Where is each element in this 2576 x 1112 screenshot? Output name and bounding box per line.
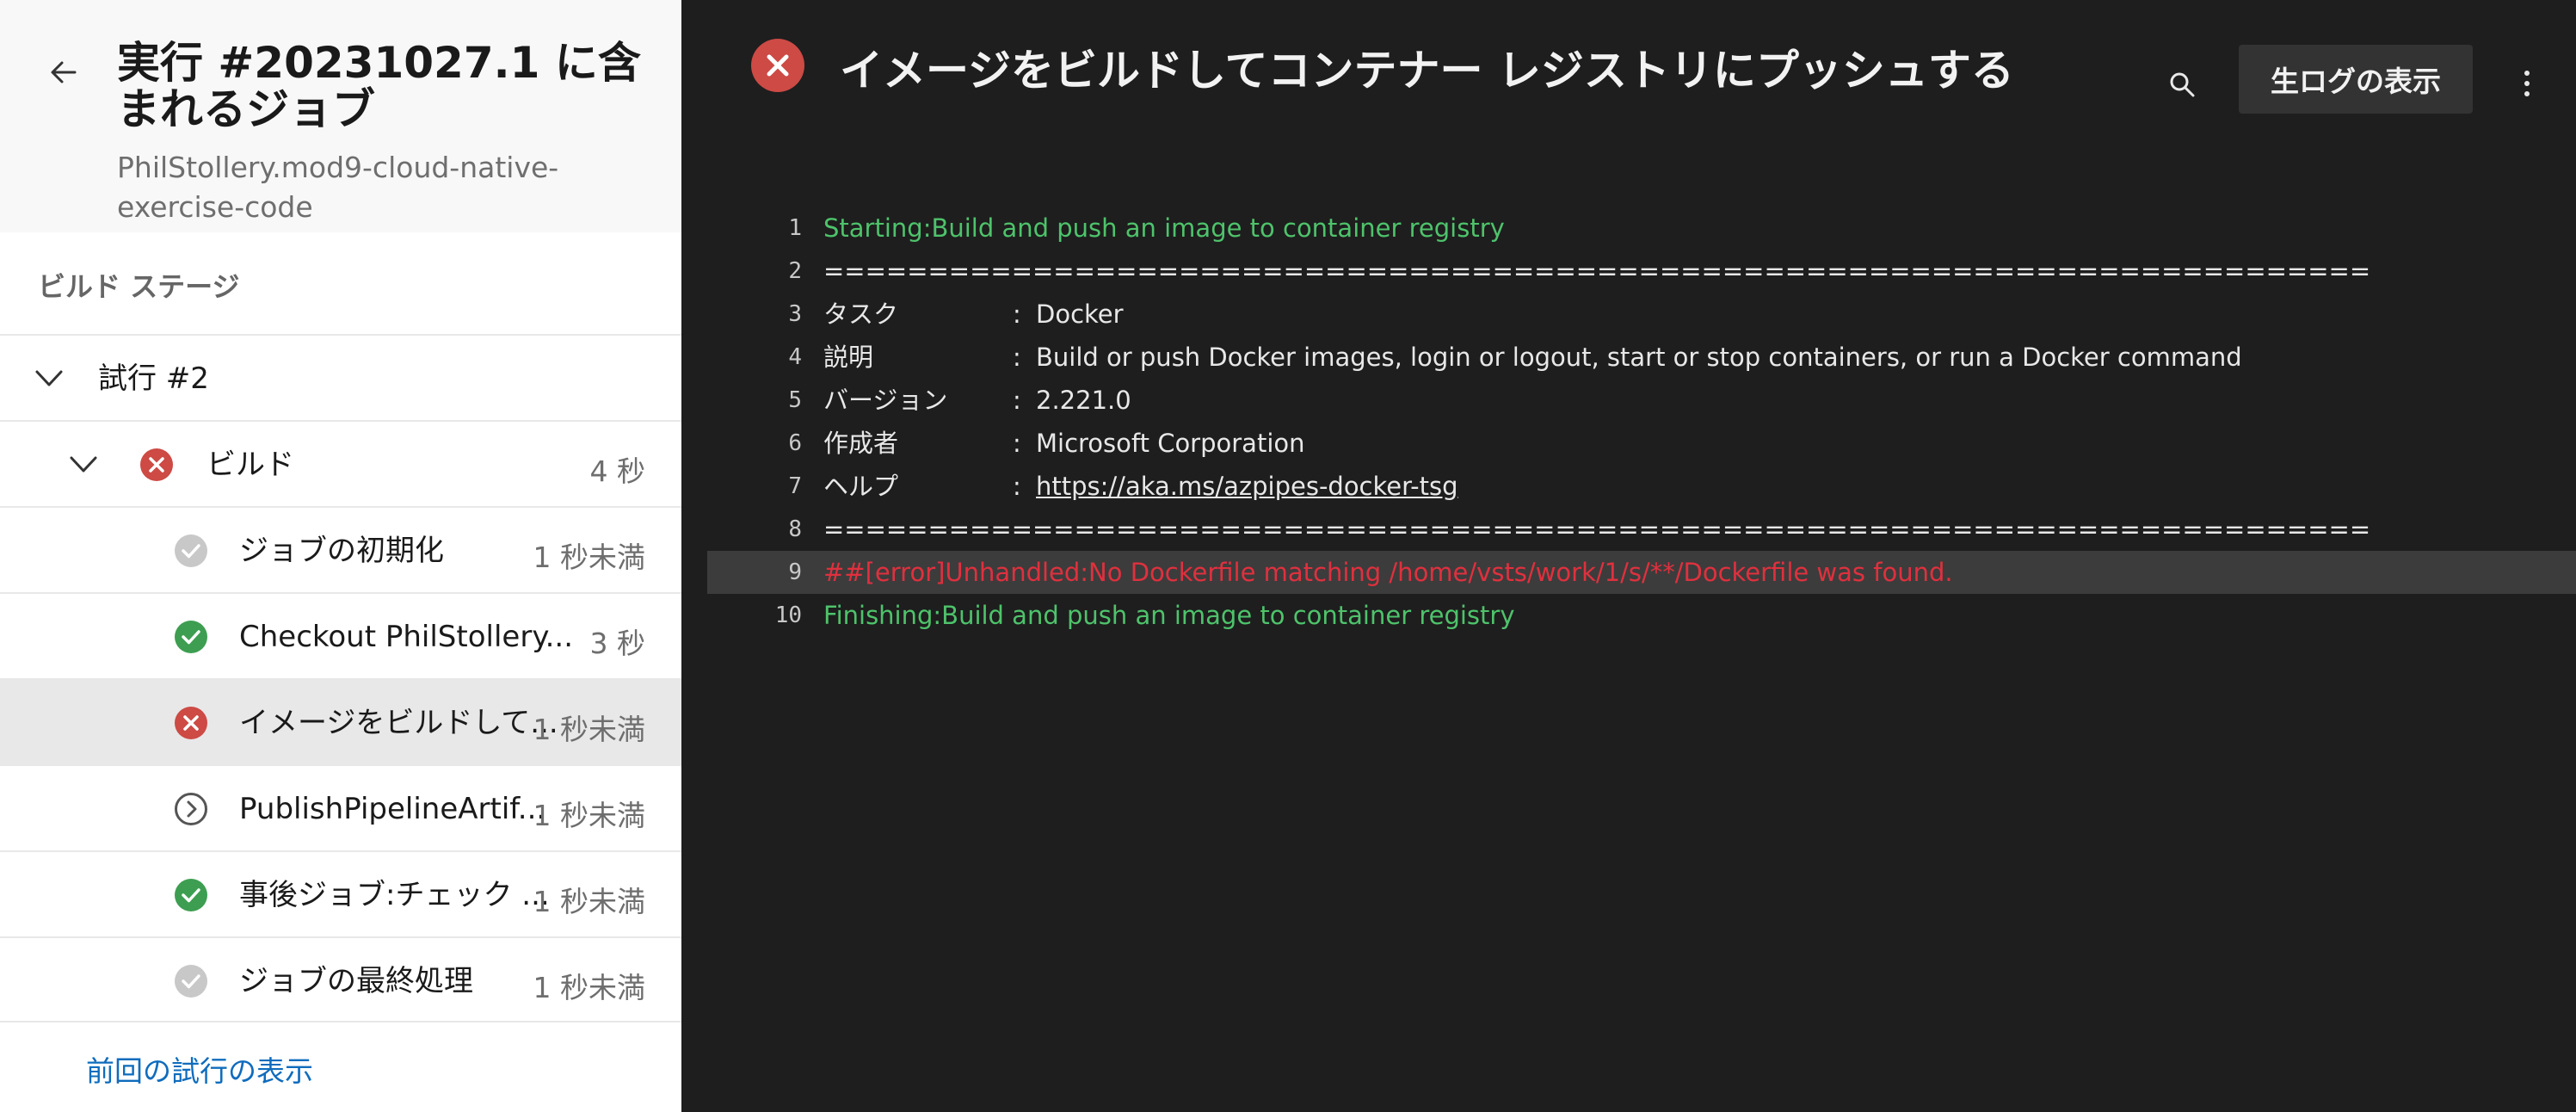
- chevron-down-icon: [35, 370, 63, 386]
- log-colon: :: [1013, 300, 1021, 329]
- back-arrow-icon: [51, 61, 77, 83]
- log-text: 説明: Build or push Docker images, login or…: [823, 336, 2242, 379]
- failed-icon: [140, 448, 173, 481]
- log-text: 作成者: Microsoft Corporation: [823, 422, 1305, 465]
- log-colon: :: [1013, 472, 1021, 501]
- log-text: Starting:Build and push an image to cont…: [823, 213, 1505, 243]
- log-key: 説明: [823, 343, 874, 372]
- step-duration: 1 秒未満: [533, 971, 646, 1004]
- log-line: 3 タスク: Docker: [707, 293, 2576, 336]
- view-previous-attempts-link[interactable]: 前回の試行の表示: [86, 1048, 313, 1090]
- step-row[interactable]: ジョブの初期化 1 秒未満: [0, 506, 681, 592]
- line-number: 6: [788, 430, 802, 456]
- more-vertical-icon: [2524, 71, 2530, 96]
- log-colon: :: [1013, 429, 1021, 458]
- step-label: Checkout PhilStollery...: [239, 620, 574, 654]
- log-text: ========================================…: [823, 256, 2371, 286]
- line-number: 4: [788, 344, 802, 370]
- stage-label: ビルド ステージ: [38, 270, 240, 303]
- log-key: ヘルプ: [823, 472, 899, 501]
- more-options-button[interactable]: [2514, 62, 2540, 105]
- log-text: Finishing:Build and push an image to con…: [823, 601, 1515, 630]
- log-colon: :: [1013, 386, 1021, 415]
- line-number: 8: [788, 516, 802, 542]
- step-duration: 1 秒未満: [533, 541, 646, 574]
- log-title: イメージをビルドしてコンテナー レジストリにプッシュする: [840, 46, 2014, 96]
- log-key: 作成者: [823, 429, 899, 458]
- log-line: 8 ======================================…: [707, 508, 2576, 551]
- log-panel: イメージをビルドしてコンテナー レジストリにプッシュする 生ログの表示 1 St…: [681, 0, 2576, 1112]
- search-icon: [2170, 72, 2195, 97]
- log-line: 5 バージョン:2.221.0: [707, 379, 2576, 422]
- failed-icon: [751, 39, 804, 92]
- log-line: 4 説明: Build or push Docker images, login …: [707, 336, 2576, 379]
- step-duration: 1 秒未満: [533, 885, 646, 918]
- skipped-check-icon: [175, 534, 207, 567]
- log-text: タスク: Docker: [823, 293, 1124, 336]
- log-line: 10 Finishing:Build and push an image to …: [707, 594, 2576, 637]
- step-duration: 3 秒: [589, 627, 646, 660]
- step-row[interactable]: Checkout PhilStollery... 3 秒: [0, 592, 681, 678]
- step-label: ジョブの初期化: [239, 534, 444, 568]
- log-key: タスク: [823, 300, 899, 329]
- step-duration: 1 秒未満: [533, 713, 646, 746]
- view-raw-log-button[interactable]: 生ログの表示: [2239, 45, 2473, 114]
- log-colon: :: [1013, 343, 1021, 372]
- step-row[interactable]: PublishPipelineArtif... 1 秒未満: [0, 764, 681, 850]
- attempt-label: 試行 #2: [98, 361, 209, 396]
- line-number: 5: [788, 387, 802, 413]
- log-value: 2.221.0: [1036, 386, 1131, 415]
- jobs-panel: 実行 #20231027.1 に含まれるジョブ PhilStollery.mod…: [0, 0, 681, 1112]
- page-title: 実行 #20231027.1 に含まれるジョブ: [117, 38, 641, 134]
- log-value: Docker: [1036, 300, 1124, 329]
- line-number: 2: [788, 258, 802, 284]
- panel-header: 実行 #20231027.1 に含まれるジョブ PhilStollery.mod…: [0, 0, 681, 232]
- log-line: 1 Starting:Build and push an image to co…: [707, 207, 2576, 250]
- repo-name: PhilStollery.mod9-cloud-native-exercise-…: [117, 151, 559, 224]
- line-number: 1: [788, 215, 802, 241]
- failed-icon: [175, 707, 207, 739]
- help-link[interactable]: https://aka.ms/azpipes-docker-tsg: [1036, 472, 1458, 501]
- job-row[interactable]: ビルド 4 秒: [0, 420, 681, 506]
- attempt-row[interactable]: 試行 #2: [0, 334, 681, 420]
- success-check-icon: [175, 879, 207, 911]
- line-number: 3: [788, 301, 802, 327]
- log-line-error: 9 ##[error]Unhandled:No Dockerfile match…: [707, 551, 2576, 594]
- step-label: イメージをビルドして...: [239, 706, 558, 740]
- step-row[interactable]: 事後ジョブ:チェック ... 1 秒未満: [0, 850, 681, 936]
- step-row[interactable]: ジョブの最終処理 1 秒未満: [0, 936, 681, 1022]
- search-button[interactable]: [2163, 65, 2201, 103]
- step-label: 事後ジョブ:チェック ...: [239, 878, 550, 912]
- step-label: ジョブの最終処理: [239, 964, 473, 998]
- log-text: ヘルプ: https://aka.ms/azpipes-docker-tsg: [823, 465, 1458, 508]
- step-duration: 1 秒未満: [533, 799, 646, 832]
- line-number: 7: [788, 473, 802, 499]
- log-line: 7 ヘルプ: https://aka.ms/azpipes-docker-tsg: [707, 465, 2576, 508]
- log-line: 6 作成者: Microsoft Corporation: [707, 422, 2576, 465]
- log-value: Build or push Docker images, login or lo…: [1036, 343, 2242, 372]
- line-number: 10: [774, 602, 802, 628]
- log-key: バージョン: [823, 386, 948, 415]
- log-content: 1 Starting:Build and push an image to co…: [707, 207, 2576, 637]
- log-text: ##[error]Unhandled:No Dockerfile matchin…: [823, 558, 1953, 587]
- step-row-selected[interactable]: イメージをビルドして... 1 秒未満: [0, 678, 681, 764]
- back-button[interactable]: [45, 53, 83, 91]
- log-text: ========================================…: [823, 515, 2371, 544]
- log-text: バージョン:2.221.0: [823, 379, 1131, 422]
- pending-chevron-icon: [175, 793, 207, 825]
- log-line: 2 ======================================…: [707, 250, 2576, 293]
- job-duration: 4 秒: [589, 454, 646, 488]
- step-label: PublishPipelineArtif...: [239, 792, 546, 826]
- skipped-check-icon: [175, 965, 207, 998]
- log-value: Microsoft Corporation: [1036, 429, 1305, 458]
- chevron-down-icon: [70, 456, 97, 473]
- job-label: ビルド: [206, 448, 294, 482]
- success-check-icon: [175, 621, 207, 653]
- line-number: 9: [788, 559, 802, 585]
